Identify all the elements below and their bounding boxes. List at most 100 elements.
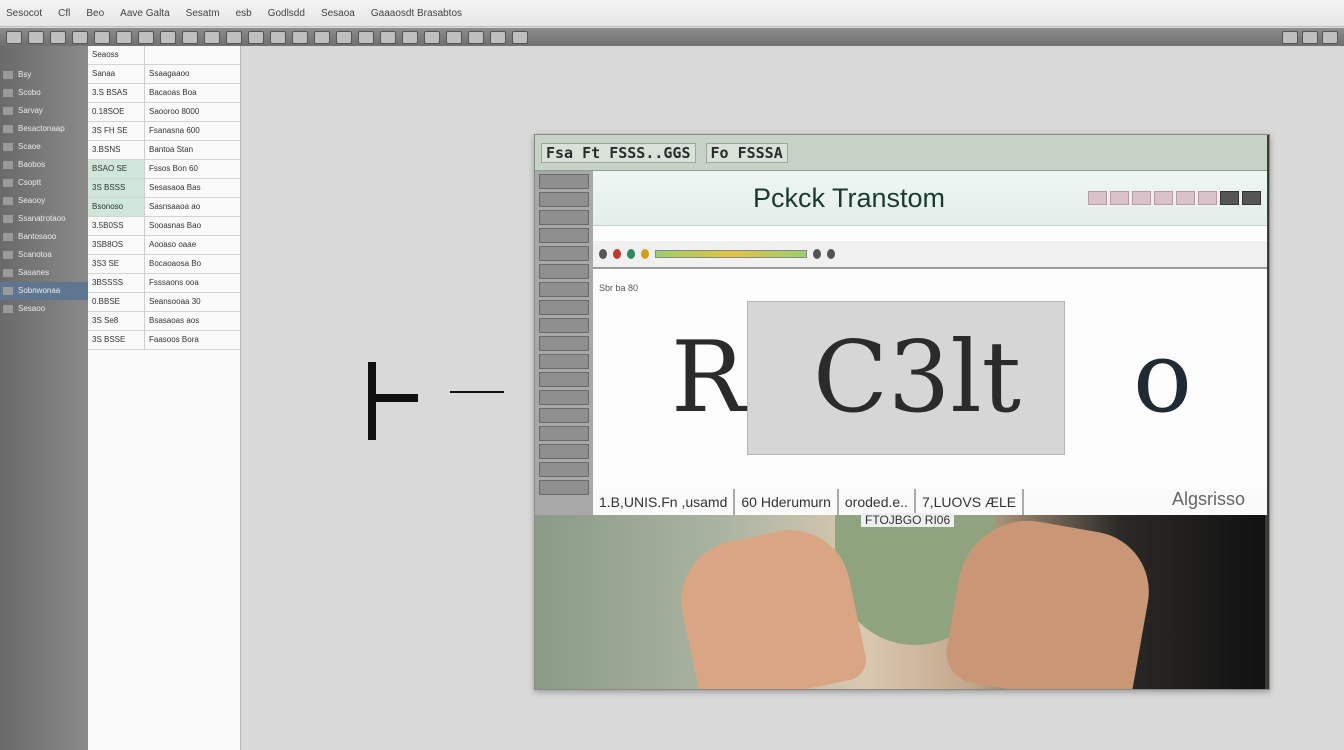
menu-item[interactable]: Beo xyxy=(86,8,104,19)
pen-icon[interactable] xyxy=(490,30,506,44)
copy-icon[interactable] xyxy=(94,30,110,44)
minimize-icon[interactable] xyxy=(1282,30,1298,44)
sidebar-item[interactable]: Sesaoo xyxy=(0,300,88,318)
list-item[interactable]: 3.S BSAS Bacaoas Boa xyxy=(88,84,240,103)
pause-icon[interactable] xyxy=(641,249,649,259)
format-icon[interactable] xyxy=(1154,191,1173,205)
tool-button[interactable] xyxy=(539,372,589,387)
marker-icon[interactable] xyxy=(827,249,835,259)
list-item-id: BSAO SE xyxy=(88,160,145,178)
tool-button[interactable] xyxy=(539,210,589,225)
tool-button[interactable] xyxy=(539,390,589,405)
tool-button[interactable] xyxy=(539,300,589,315)
list-item[interactable]: 3.5B0SS Sooasnas Bao xyxy=(88,217,240,236)
tool-button[interactable] xyxy=(539,336,589,351)
shape-icon[interactable] xyxy=(468,30,484,44)
open-icon[interactable] xyxy=(28,30,44,44)
tool-button[interactable] xyxy=(539,282,589,297)
undo-icon[interactable] xyxy=(138,30,154,44)
list-item[interactable]: Bsonoso Sasnsaaoa ao xyxy=(88,198,240,217)
tool-button[interactable] xyxy=(539,228,589,243)
sidebar-item[interactable]: Baobos xyxy=(0,156,88,174)
stop-icon[interactable] xyxy=(613,249,621,259)
close-icon[interactable] xyxy=(1322,30,1338,44)
crop-icon[interactable] xyxy=(270,30,286,44)
list-item[interactable]: 3.BSNS Bantoa Stan xyxy=(88,141,240,160)
sidebar-item[interactable]: Scanotoa xyxy=(0,246,88,264)
tool-button[interactable] xyxy=(539,444,589,459)
record-icon[interactable] xyxy=(599,249,607,259)
menu-item[interactable]: esb xyxy=(236,8,252,19)
tool-button[interactable] xyxy=(539,264,589,279)
list-item[interactable]: 0.BBSE Seansooaa 30 xyxy=(88,293,240,312)
export-icon[interactable] xyxy=(336,30,352,44)
grid-icon[interactable] xyxy=(204,30,220,44)
menu-item[interactable]: Godlsdd xyxy=(268,8,305,19)
format-icon[interactable] xyxy=(1110,191,1129,205)
list-item[interactable]: 3BSSSS Fsssaons ooa xyxy=(88,274,240,293)
marker-icon[interactable] xyxy=(813,249,821,259)
sidebar-item[interactable]: Seaooy xyxy=(0,192,88,210)
sidebar-item[interactable]: Scaoe xyxy=(0,138,88,156)
list-item[interactable]: BSAO SE Fssos Bon 60 xyxy=(88,160,240,179)
sidebar-item[interactable]: Csoptt xyxy=(0,174,88,192)
tool-button[interactable] xyxy=(539,174,589,189)
zoom-icon[interactable] xyxy=(182,30,198,44)
sidebar-item[interactable]: Ssanatrotaoo xyxy=(0,210,88,228)
tool-button[interactable] xyxy=(539,246,589,261)
list-item[interactable]: 0.18SOE Saooroo 8000 xyxy=(88,103,240,122)
cut-icon[interactable] xyxy=(72,30,88,44)
sidebar-item[interactable]: Besactonaap xyxy=(0,120,88,138)
maximize-icon[interactable] xyxy=(1302,30,1318,44)
menu-item[interactable]: Gaaaosdt Brasabtos xyxy=(371,8,462,19)
tool-button[interactable] xyxy=(539,462,589,477)
format-icon[interactable] xyxy=(1132,191,1151,205)
paste-icon[interactable] xyxy=(116,30,132,44)
settings-icon[interactable] xyxy=(358,30,374,44)
save-icon[interactable] xyxy=(50,30,66,44)
fill-icon[interactable] xyxy=(512,30,528,44)
new-icon[interactable] xyxy=(6,30,22,44)
sidebar-item[interactable]: Bantosaoo xyxy=(0,228,88,246)
menu-item[interactable]: Aave Galta xyxy=(120,8,169,19)
format-icon[interactable] xyxy=(1198,191,1217,205)
brush-icon[interactable] xyxy=(248,30,264,44)
tool-button[interactable] xyxy=(539,192,589,207)
sidebar-item-selected[interactable]: Sobnwonaa xyxy=(0,282,88,300)
menu-item[interactable]: Sesaoa xyxy=(321,8,355,19)
share-icon[interactable] xyxy=(402,30,418,44)
image-icon[interactable] xyxy=(424,30,440,44)
menu-item[interactable]: Sesatm xyxy=(186,8,220,19)
list-item[interactable]: 3S BSSS Sesasaoa Bas xyxy=(88,179,240,198)
tool-button[interactable] xyxy=(539,408,589,423)
tool-button[interactable] xyxy=(539,354,589,369)
list-item[interactable]: Sanaa Ssaagaaoo xyxy=(88,65,240,84)
list-item[interactable]: 3S Se8 Bsasaoas aos xyxy=(88,312,240,331)
print-icon[interactable] xyxy=(380,30,396,44)
menu-item[interactable]: Cfl xyxy=(58,8,70,19)
tool-button[interactable] xyxy=(539,318,589,333)
list-item[interactable]: 3S FH SE Fsanasna 600 xyxy=(88,122,240,141)
gear-icon[interactable] xyxy=(1220,191,1239,205)
layers-icon[interactable] xyxy=(226,30,242,44)
ribbon-icons xyxy=(1088,191,1261,205)
sidebar-item[interactable]: Scobo xyxy=(0,84,88,102)
menu-item[interactable]: Sesocot xyxy=(6,8,42,19)
tool-button[interactable] xyxy=(539,480,589,495)
redo-icon[interactable] xyxy=(160,30,176,44)
tool-button[interactable] xyxy=(539,426,589,441)
list-item[interactable]: 3S BSSE Faasoos Bora xyxy=(88,331,240,350)
rotate-icon[interactable] xyxy=(292,30,308,44)
play-icon[interactable] xyxy=(627,249,635,259)
window-icon[interactable] xyxy=(1242,191,1261,205)
filter-icon[interactable] xyxy=(314,30,330,44)
timeline-slider[interactable] xyxy=(655,250,807,258)
sidebar-item[interactable]: Sarvay xyxy=(0,102,88,120)
text-icon[interactable] xyxy=(446,30,462,44)
sidebar-item[interactable]: Bsy xyxy=(0,66,88,84)
format-icon[interactable] xyxy=(1176,191,1195,205)
list-item[interactable]: 3S3 SE Bocaoaosa Bo xyxy=(88,255,240,274)
format-icon[interactable] xyxy=(1088,191,1107,205)
list-item[interactable]: 3SB8OS Aooaso oaae xyxy=(88,236,240,255)
sidebar-item[interactable]: Sasanes xyxy=(0,264,88,282)
